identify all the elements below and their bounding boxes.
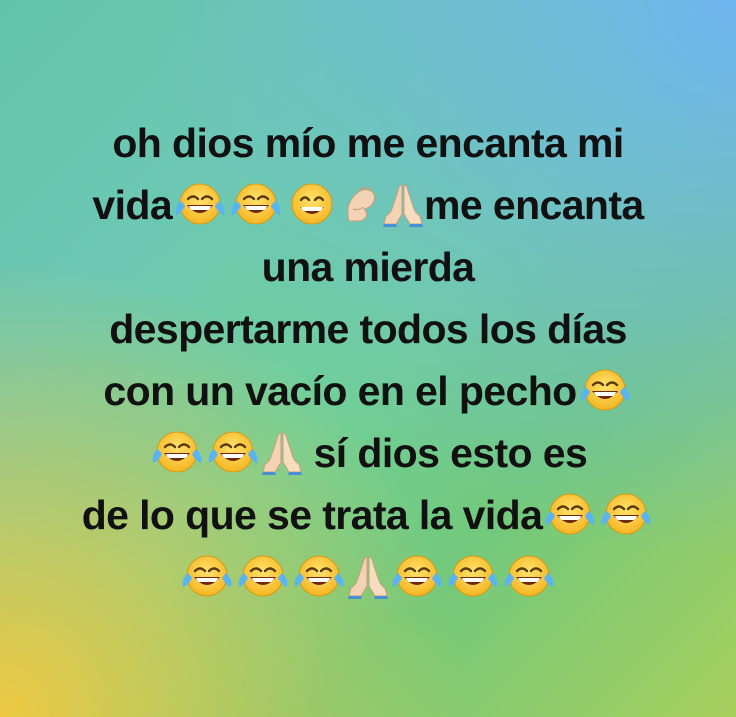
face-with-tears-of-joy-icon [502,553,556,599]
face-with-tears-of-joy-icon [578,367,632,413]
face-with-tears-of-joy-icon [390,553,444,599]
text-line-7-text: de lo que se trata la vida [81,492,543,538]
face-with-tears-of-joy-icon [292,553,346,599]
emoji-line [0,546,736,608]
face-with-tears-of-joy-icon [446,553,500,599]
text-line-6: sí dios esto es [0,422,736,484]
face-with-tears-of-joy-icon [229,181,283,227]
text-line-7: de lo que se trata la vida [0,484,736,546]
pinched-hand-icon [341,181,381,227]
text-line-2-end: me encanta [424,182,644,228]
text-line-5-text: con un vacío en el pecho [103,368,577,414]
face-with-tears-of-joy-icon [206,429,260,475]
text-line-6-text: sí dios esto es [313,430,588,476]
face-with-tears-of-joy-icon [180,553,234,599]
face-with-tears-of-joy-icon [173,181,227,227]
folded-hands-icon [383,181,423,227]
text-line-2: vida me encanta [0,174,736,236]
face-with-tears-of-joy-icon [599,491,653,537]
text-line-5: con un vacío en el pecho [0,360,736,422]
meme-text: oh dios mío me encanta mi vida me encanta… [0,112,736,608]
face-with-tears-of-joy-icon [543,491,597,537]
grinning-face-icon [285,181,339,227]
face-with-tears-of-joy-icon [236,553,290,599]
text-line-3: una mierda [261,244,475,290]
folded-hands-icon [262,429,302,475]
face-with-tears-of-joy-icon [150,429,204,475]
text-line-4: despertarme todos los días [109,306,627,352]
folded-hands-icon [348,553,388,599]
text-line-1: oh dios mío me encanta mi [112,120,624,166]
text-line-2-start: vida [92,182,173,228]
